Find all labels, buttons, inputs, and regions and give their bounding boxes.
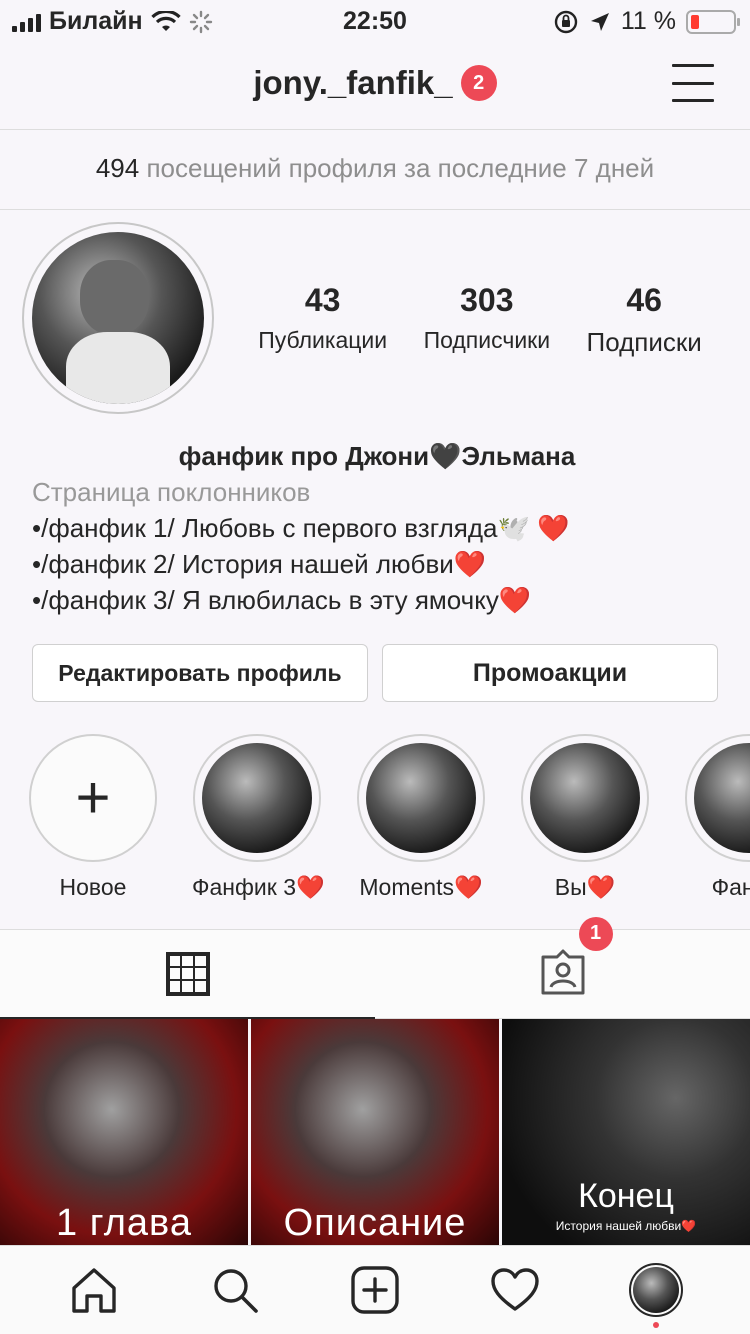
edit-profile-button[interactable]: Редактировать профиль: [32, 644, 368, 702]
nav-home[interactable]: [64, 1260, 124, 1320]
profile-stats: 43 Публикации 303 Подписчики 46 Подписки: [240, 282, 720, 358]
post-title: Конец: [578, 1177, 674, 1215]
tagged-badge: 1: [578, 916, 613, 951]
highlight-item[interactable]: Moments❤️: [356, 734, 486, 901]
avatar-image: [32, 232, 204, 404]
profile-name: фанфик про Джони🖤Эльмана: [178, 441, 576, 471]
following-count: 46: [626, 282, 662, 318]
status-right: 11 %: [553, 7, 740, 36]
post-subtitle: История нашей любви❤️: [555, 1219, 697, 1233]
highlight-cover[interactable]: [357, 734, 485, 862]
menu-icon[interactable]: [672, 64, 714, 102]
nav-profile[interactable]: [626, 1260, 686, 1328]
account-switcher[interactable]: jony._fanfik_ 2: [0, 64, 750, 102]
bottom-navigation: [0, 1245, 750, 1334]
new-highlight-circle[interactable]: +: [29, 734, 157, 862]
highlight-cover[interactable]: [685, 734, 750, 862]
posts-count: 43: [304, 282, 341, 318]
plus-icon: +: [75, 764, 111, 831]
post-tile[interactable]: Конец История нашей любви❤️: [502, 1019, 750, 1245]
content-tabs: 1: [0, 916, 750, 1019]
following-label: Подписки: [586, 327, 702, 357]
followers-count: 303: [460, 282, 514, 318]
bio-line: •/фанфик 3/ Я влюбилась в эту ямочку❤️: [32, 585, 532, 615]
highlight-label: Фанфи: [711, 874, 750, 900]
nav-new-post[interactable]: [345, 1260, 405, 1320]
highlight-cover[interactable]: [521, 734, 649, 862]
search-icon: [213, 1269, 258, 1313]
orientation-lock-icon: [554, 10, 578, 33]
active-dot: [652, 1322, 659, 1328]
nav-activity[interactable]: [485, 1260, 545, 1320]
profile-category: Страница поклонников: [32, 477, 311, 507]
bio-line: •/фанфик 2/ История нашей любви❤️: [32, 549, 487, 579]
bio-line: •/фанфик 1/ Любовь с первого взгляда🕊️ ❤…: [32, 513, 570, 543]
add-post-icon: [351, 1266, 399, 1314]
tab-grid[interactable]: [0, 930, 375, 1019]
heart-icon: [491, 1268, 540, 1311]
grid-icon: [165, 951, 210, 996]
profile-actions: Редактировать профиль Промоакции: [32, 644, 718, 702]
tagged-icon: [541, 949, 584, 994]
visits-text: посещений профиля за последние 7 дней: [146, 153, 655, 183]
highlight-label: Фанфик 3❤️: [192, 874, 325, 900]
post-caption: 1 глава: [56, 1202, 192, 1244]
visits-count: 494: [95, 153, 140, 183]
stat-followers[interactable]: 303 Подписчики: [424, 282, 551, 358]
stat-posts[interactable]: 43 Публикации: [258, 282, 387, 358]
highlight-label: Moments❤️: [359, 874, 483, 900]
post-tile[interactable]: Описание: [251, 1019, 499, 1245]
highlight-new[interactable]: + Новое: [28, 734, 158, 901]
nav-search[interactable]: [205, 1260, 265, 1320]
location-icon: [590, 12, 609, 31]
promotions-button[interactable]: Промоакции: [382, 644, 718, 702]
home-icon: [72, 1268, 116, 1313]
highlight-item[interactable]: Фанфи: [684, 734, 750, 901]
profile-avatar[interactable]: [22, 222, 214, 414]
battery-icon: [686, 9, 740, 34]
profile-avatar: [628, 1263, 683, 1317]
highlight-item[interactable]: Вы❤️: [520, 734, 650, 901]
post-tile[interactable]: 1 глава: [0, 1019, 248, 1245]
battery-percent: 11 %: [620, 7, 676, 35]
story-highlights: + Новое Фанфик 3❤️ Moments❤️ Вы❤️ Фанфи: [28, 734, 750, 904]
profile-header: jony._fanfik_ 2: [0, 40, 750, 130]
stat-following[interactable]: 46 Подписки: [587, 282, 702, 358]
post-caption: Описание: [283, 1202, 467, 1244]
highlight-label: Новое: [59, 874, 127, 900]
posts-label: Публикации: [258, 327, 388, 353]
posts-grid: 1 глава Описание Конец История нашей люб…: [0, 1019, 750, 1245]
followers-label: Подписчики: [423, 327, 551, 353]
highlight-label: Вы❤️: [554, 874, 616, 900]
profile-bio: фанфик про Джони🖤Эльмана Страница поклон…: [32, 438, 722, 618]
status-bar: Билайн 22:50 11 %: [0, 0, 750, 40]
tab-tagged[interactable]: 1: [375, 916, 750, 1019]
highlight-item[interactable]: Фанфик 3❤️: [192, 734, 325, 901]
username[interactable]: jony._fanfik_: [253, 64, 452, 102]
notification-badge: 2: [460, 65, 497, 101]
highlight-cover[interactable]: [193, 734, 321, 862]
profile-visits[interactable]: 494 посещений профиля за последние 7 дне…: [0, 131, 750, 210]
